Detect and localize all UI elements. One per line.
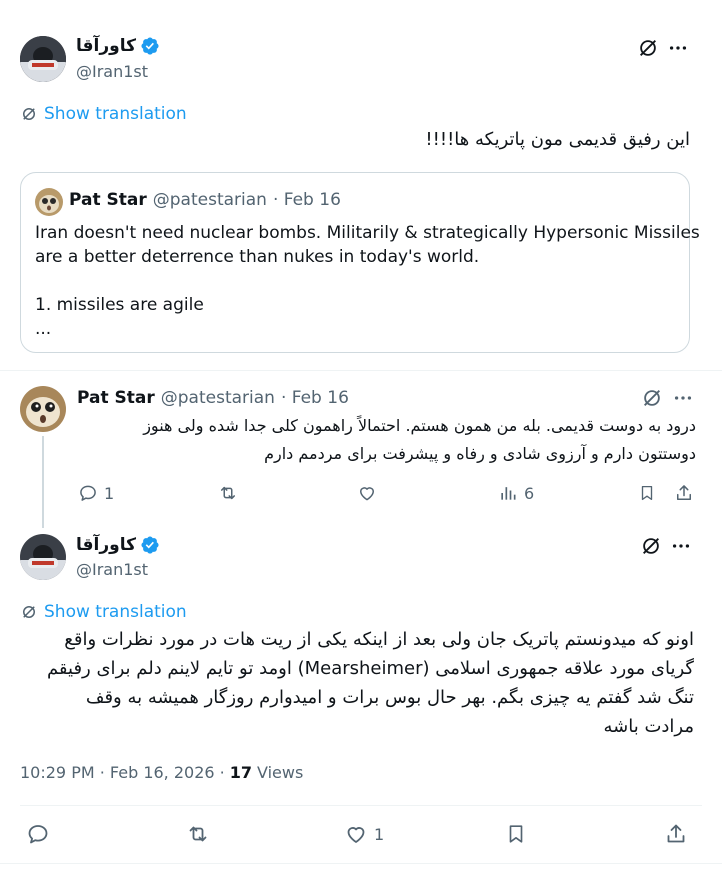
tweet-line: تنگ شد گفتم یه چیزی بگم. بهر حال بوس برا… — [85, 687, 694, 708]
divider — [20, 805, 702, 806]
reply-line: درود به دوست قدیمی. بله من همون هستم. اح… — [143, 416, 696, 435]
retweet-button[interactable] — [185, 822, 211, 846]
handle[interactable]: @Iran1st — [76, 560, 148, 579]
reply-button[interactable]: 1 — [78, 483, 114, 503]
show-translation-link[interactable]: Show translation — [20, 602, 187, 622]
views-count: 17 — [229, 763, 253, 782]
views-count: 6 — [524, 483, 535, 503]
author-row: کاورآقا — [76, 36, 160, 56]
reply-count: 1 — [104, 483, 115, 503]
timestamp[interactable]: · Feb 16 — [281, 388, 349, 408]
more-icon[interactable] — [670, 535, 692, 557]
quoted-tweet-card[interactable]: Pat Star @patestarian · Feb 16 Iran does… — [20, 172, 700, 353]
grok-icon[interactable] — [640, 535, 662, 557]
tweet-meta: 10:29 PM · Feb 16, 2026 · 17 Views — [20, 763, 303, 782]
translate-icon — [20, 603, 38, 621]
share-button[interactable] — [664, 822, 688, 846]
like-count: 1 — [374, 824, 385, 844]
retweet-icon — [217, 483, 239, 503]
tweet-line: مرادت باشه — [603, 716, 694, 737]
bookmark-icon — [638, 483, 656, 503]
thread-connector — [42, 436, 44, 528]
reply-line: دوستتون دارم و آرزوی شادی و رفاه و پیشرف… — [264, 444, 696, 463]
like-button[interactable] — [357, 483, 377, 503]
quote-line: Iran doesn't need nuclear bombs. Militar… — [35, 223, 700, 243]
divider — [0, 370, 722, 371]
show-translation-link[interactable]: Show translation — [20, 104, 187, 124]
grok-icon[interactable] — [637, 37, 659, 59]
display-name[interactable]: Pat Star — [77, 388, 155, 408]
quote-line: are a better deterrence than nukes in to… — [35, 247, 480, 267]
more-icon[interactable] — [672, 387, 694, 409]
grok-icon[interactable] — [641, 387, 663, 409]
reply-icon — [26, 822, 50, 846]
verified-badge-icon — [140, 535, 160, 555]
bookmark-button[interactable] — [638, 483, 656, 503]
translate-icon — [20, 105, 38, 123]
reply-button[interactable] — [26, 822, 50, 846]
quote-author-row: Pat Star @patestarian · Feb 16 — [69, 190, 341, 210]
bookmark-icon — [505, 822, 527, 846]
handle[interactable]: @patestarian — [161, 388, 275, 408]
divider — [0, 863, 722, 864]
handle[interactable]: @patestarian — [153, 190, 267, 210]
retweet-icon — [185, 822, 211, 846]
views-icon — [498, 483, 518, 503]
share-button[interactable] — [674, 483, 694, 503]
show-translation-label: Show translation — [44, 602, 187, 622]
share-icon — [674, 483, 694, 503]
share-icon — [664, 822, 688, 846]
like-icon — [357, 483, 377, 503]
like-button[interactable]: 1 — [344, 822, 384, 846]
quote-text: Iran doesn't need nuclear bombs. Militar… — [35, 221, 700, 341]
show-translation-label: Show translation — [44, 104, 187, 124]
reply-author-row: Pat Star @patestarian · Feb 16 — [77, 388, 349, 408]
tweet-text: این رفیق قدیمی مون پاتریکه ها!!!! — [425, 129, 690, 150]
reply-icon — [78, 483, 98, 503]
display-name[interactable]: کاورآقا — [76, 535, 136, 555]
quote-line: ... — [35, 319, 52, 339]
bookmark-button[interactable] — [505, 822, 527, 846]
avatar[interactable] — [20, 36, 66, 82]
tweet-line: اونو که میدونستم پاتریک جان ولی بعد از ا… — [64, 629, 694, 650]
timestamp[interactable]: · Feb 16 — [273, 190, 341, 210]
tweet-text: اونو که میدونستم پاتریک جان ولی بعد از ا… — [14, 625, 694, 741]
avatar[interactable] — [20, 386, 66, 432]
avatar[interactable] — [35, 188, 63, 216]
views-button[interactable]: 6 — [498, 483, 534, 503]
display-name[interactable]: Pat Star — [69, 190, 147, 210]
more-icon[interactable] — [667, 37, 689, 59]
author-row: کاورآقا — [76, 535, 160, 555]
tweet-line: گریای مورد علاقه جمهوری اسلامی (Mearshei… — [46, 658, 694, 679]
like-icon — [344, 822, 368, 846]
views-label: Views — [257, 763, 304, 782]
timestamp[interactable]: 10:29 PM · Feb 16, 2026 · — [20, 763, 225, 782]
quote-line: 1. missiles are agile — [35, 295, 204, 315]
display-name[interactable]: کاورآقا — [76, 36, 136, 56]
verified-badge-icon — [140, 36, 160, 56]
retweet-button[interactable] — [217, 483, 239, 503]
avatar[interactable] — [20, 534, 66, 580]
reply-text: درود به دوست قدیمی. بله من همون هستم. اح… — [86, 412, 696, 468]
handle[interactable]: @Iran1st — [76, 62, 148, 81]
